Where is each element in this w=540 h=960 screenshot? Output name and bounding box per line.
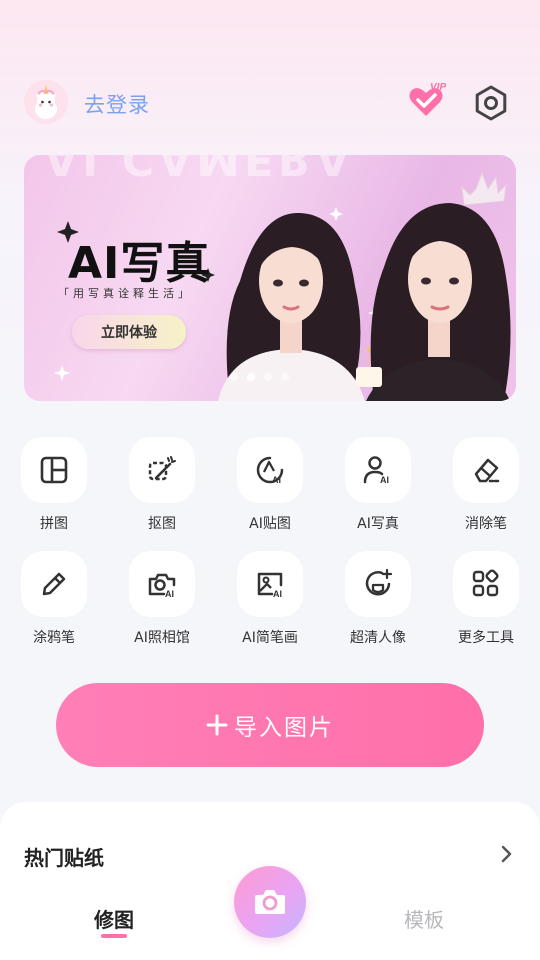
unicorn-avatar-icon (24, 80, 68, 124)
tab-template[interactable]: 模板 (404, 904, 444, 933)
tool-label: 超清人像 (350, 630, 406, 646)
svg-text:AI: AI (380, 475, 389, 485)
tab-edit-indicator (101, 934, 127, 938)
tool-cutout[interactable]: 抠图 (108, 437, 216, 533)
portrait-right-image (356, 171, 511, 401)
ai-sketch-icon: AI (237, 551, 303, 617)
tool-label: 消除笔 (465, 516, 507, 532)
more-tools-icon (453, 551, 519, 617)
banner-try-button[interactable]: 立即体验 (72, 315, 186, 349)
settings-icon[interactable] (472, 84, 510, 122)
banner-subtitle: 「用写真诠释生活」 (58, 287, 193, 300)
banner-dot-active[interactable] (247, 373, 255, 381)
portrait-left-image (218, 212, 365, 401)
banner-dot[interactable] (281, 373, 289, 381)
tool-label: 拼图 (40, 516, 68, 532)
pencil-icon (21, 551, 87, 617)
hd-portrait-icon (345, 551, 411, 617)
hot-stickers-title: 热门贴纸 (24, 846, 104, 870)
vip-heart-icon[interactable]: VIP (406, 80, 450, 120)
svg-text:AI: AI (272, 475, 281, 485)
tool-label: 抠图 (148, 516, 176, 532)
tool-ai-studio[interactable]: AI AI照相馆 (108, 551, 216, 647)
banner-dot[interactable] (264, 373, 272, 381)
ai-camera-icon: AI (129, 551, 195, 617)
tool-label: AI简笔画 (242, 630, 298, 646)
svg-text:AI: AI (273, 589, 282, 599)
banner-dot[interactable] (230, 373, 238, 381)
ai-portrait-icon: AI (345, 437, 411, 503)
tool-eraser[interactable]: 消除笔 (432, 437, 540, 533)
tool-more[interactable]: 更多工具 (432, 551, 540, 647)
collage-icon (21, 437, 87, 503)
tool-hd-portrait[interactable]: 超清人像 (324, 551, 432, 647)
chevron-right-icon[interactable] (500, 844, 514, 864)
tool-label: AI贴图 (249, 516, 291, 532)
ai-sticker-icon: AI (237, 437, 303, 503)
svg-text:AI: AI (165, 589, 174, 599)
tool-label: AI写真 (357, 516, 399, 532)
svg-text:VIP: VIP (430, 82, 446, 93)
avatar[interactable] (24, 80, 68, 124)
tool-collage[interactable]: 拼图 (0, 437, 108, 533)
tool-ai-sketch[interactable]: AI AI简笔画 (216, 551, 324, 647)
camera-icon (255, 890, 285, 914)
import-image-label: 导入图片 (234, 715, 334, 741)
tool-doodle[interactable]: 涂鸦笔 (0, 551, 108, 647)
login-link[interactable]: 去登录 (84, 89, 150, 119)
import-image-button[interactable]: 导入图片 (56, 683, 484, 767)
tool-label: 更多工具 (458, 630, 514, 646)
tab-edit[interactable]: 修图 (94, 904, 134, 933)
tool-label: 涂鸦笔 (33, 630, 75, 646)
tool-ai-portrait[interactable]: AI AI写真 (324, 437, 432, 533)
eraser-icon (453, 437, 519, 503)
cutout-icon (129, 437, 195, 503)
camera-button[interactable] (234, 866, 306, 938)
banner-title: AI写真 (68, 238, 211, 289)
banner-pagination (230, 373, 289, 381)
promo-banner[interactable]: AI CAMERA AI写真 「用写真诠释生活」 立即体验 (24, 155, 516, 401)
plus-icon (206, 714, 228, 736)
tool-ai-sticker[interactable]: AI AI贴图 (216, 437, 324, 533)
tool-label: AI照相馆 (134, 630, 190, 646)
